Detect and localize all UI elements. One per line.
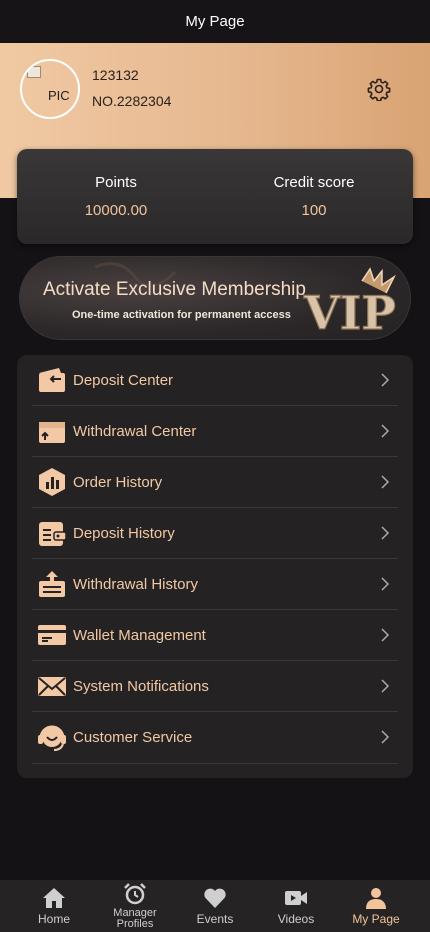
tab-my-page[interactable]: My Page — [333, 880, 419, 932]
tab-home[interactable]: Home — [11, 880, 97, 932]
heart-icon — [204, 888, 226, 908]
chevron-right-icon — [381, 679, 390, 693]
menu-item-wallet-management[interactable]: Wallet Management — [32, 610, 398, 661]
points-stat: Points 10000.00 — [17, 149, 215, 244]
tab-label: Manager Profiles — [113, 907, 157, 930]
menu-item-label: Customer Service — [73, 729, 193, 746]
bottom-tab-bar: Home Manager Profiles Events Videos My P… — [0, 880, 430, 932]
chevron-right-icon — [381, 475, 390, 489]
chevron-right-icon — [381, 526, 390, 540]
card-icon — [38, 625, 66, 645]
tab-videos[interactable]: Videos — [253, 880, 339, 932]
alarm-clock-icon — [124, 883, 146, 905]
box-upload-icon — [39, 571, 65, 597]
avatar-alt-text: PIC — [48, 88, 70, 103]
tab-events[interactable]: Events — [172, 880, 258, 932]
chevron-right-icon — [381, 628, 390, 642]
account-number: NO.2282304 — [92, 93, 172, 109]
menu-item-system-notifications[interactable]: System Notifications — [32, 661, 398, 712]
credit-score-label: Credit score — [273, 174, 355, 191]
broken-image-icon — [27, 66, 41, 78]
menu-list: Deposit Center Withdrawal Center Order H… — [17, 355, 413, 778]
video-camera-icon — [285, 891, 307, 905]
menu-item-label: Wallet Management — [73, 626, 206, 644]
tab-manager-profiles[interactable]: Manager Profiles — [92, 880, 178, 932]
home-icon — [43, 888, 65, 908]
headset-icon — [38, 725, 66, 751]
chevron-right-icon — [381, 373, 390, 387]
menu-item-withdrawal-history[interactable]: Withdrawal History — [32, 559, 398, 610]
vip-badge-text: VIP — [303, 286, 396, 339]
vip-badge-icon: VIP — [302, 267, 396, 339]
menu-item-deposit-center[interactable]: Deposit Center — [32, 355, 398, 406]
envelope-icon — [38, 677, 66, 696]
points-value: 10000.00 — [84, 202, 148, 219]
vip-membership-banner[interactable]: Activate Exclusive Membership One-time a… — [19, 256, 411, 340]
menu-item-label: Order History — [73, 473, 163, 491]
credit-score-value: 100 — [301, 202, 327, 219]
stats-card: Points 10000.00 Credit score 100 — [17, 149, 413, 244]
username: 123132 — [92, 67, 139, 83]
chevron-right-icon — [381, 730, 390, 744]
menu-item-label: System Notifications — [73, 677, 209, 695]
menu-item-label: Deposit Center — [73, 371, 174, 389]
menu-item-label: Withdrawal History — [73, 575, 199, 593]
tab-label: Home — [37, 912, 70, 926]
menu-item-deposit-history[interactable]: Deposit History — [32, 508, 398, 559]
credit-score-stat: Credit score 100 — [215, 149, 413, 244]
menu-item-label: Deposit History — [73, 524, 175, 542]
wallet-out-icon — [39, 422, 65, 443]
chevron-right-icon — [381, 577, 390, 591]
chart-hexagon-icon — [39, 468, 65, 496]
chevron-right-icon — [381, 424, 390, 438]
avatar[interactable]: PIC — [20, 59, 80, 119]
tab-label: My Page — [352, 912, 400, 926]
gear-icon[interactable] — [367, 77, 391, 101]
menu-item-order-history[interactable]: Order History — [32, 457, 398, 508]
menu-item-label: Withdrawal Center — [73, 422, 197, 440]
title-bar: My Page — [0, 0, 430, 43]
receipt-icon — [39, 522, 67, 546]
page-title: My Page — [185, 13, 245, 30]
banner-title: Activate Exclusive Membership — [43, 279, 306, 300]
user-icon — [366, 888, 386, 909]
menu-item-withdrawal-center[interactable]: Withdrawal Center — [32, 406, 398, 457]
banner-subtitle: One-time activation for permanent access — [72, 309, 291, 321]
points-label: Points — [95, 174, 137, 191]
tab-label: Videos — [277, 912, 315, 926]
tab-label: Events — [196, 912, 234, 926]
wallet-in-icon — [39, 368, 65, 392]
menu-item-customer-service[interactable]: Customer Service — [32, 712, 398, 764]
